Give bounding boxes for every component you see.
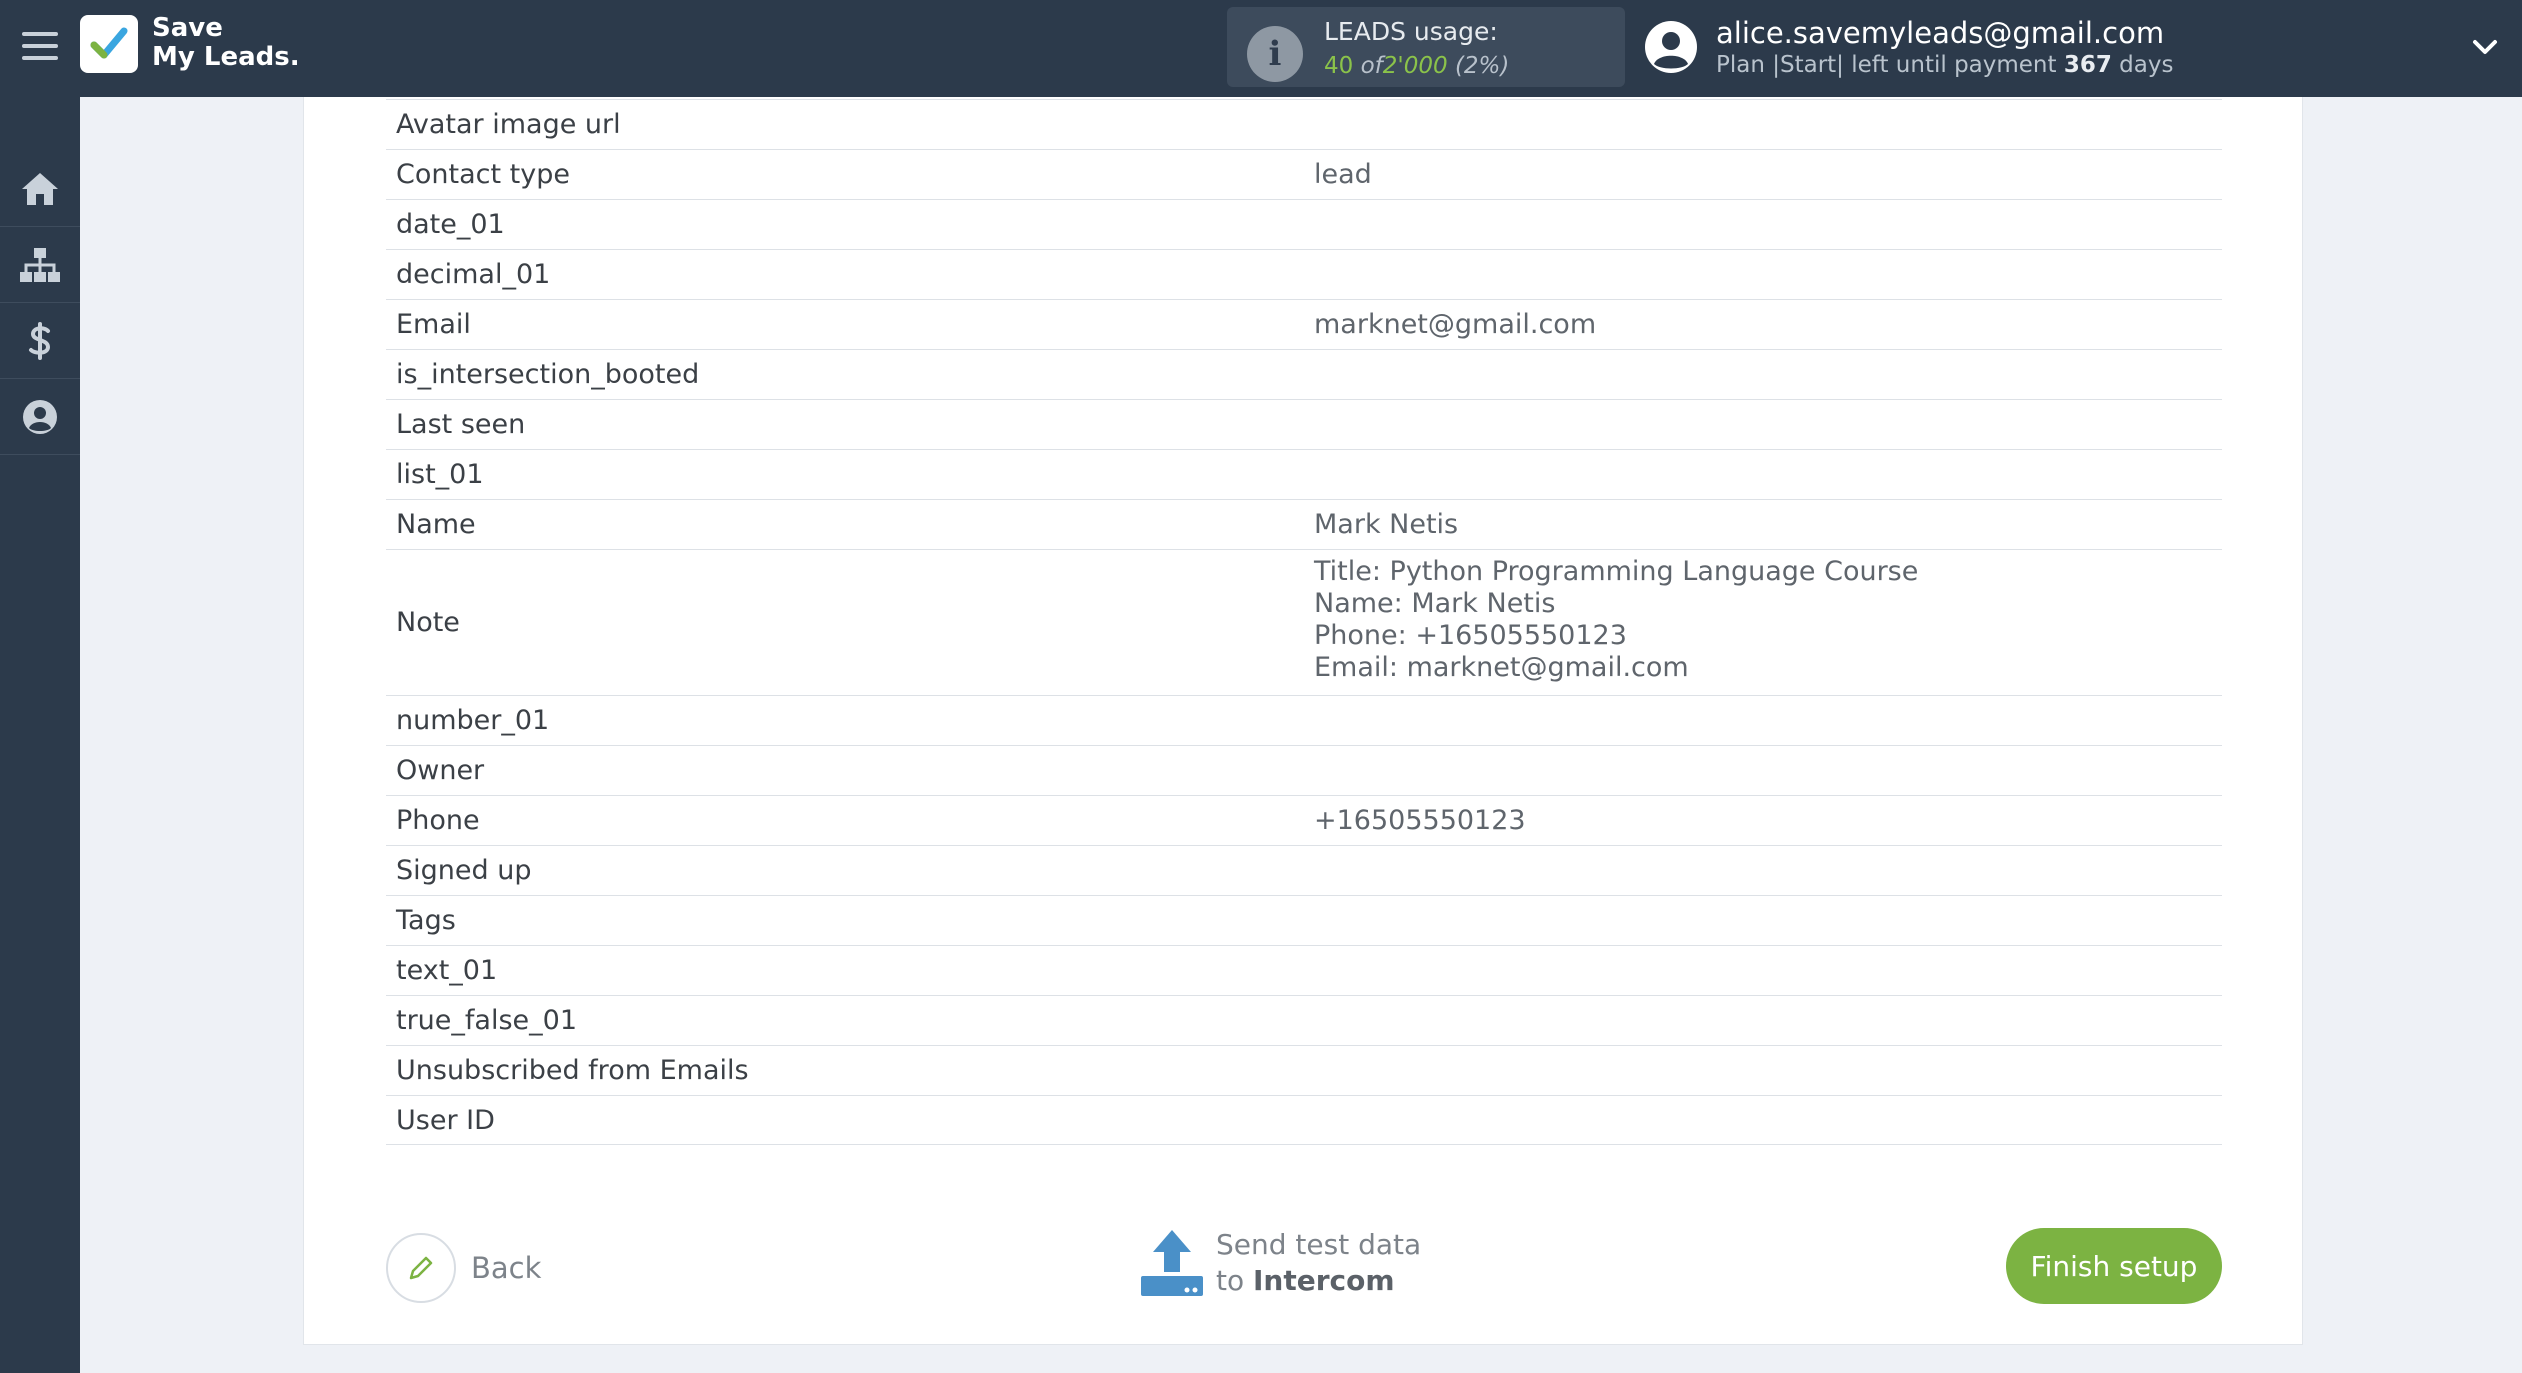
chevron-down-icon[interactable] (2470, 34, 2500, 60)
table-row: Last seen (386, 399, 2222, 449)
finish-setup-button[interactable]: Finish setup (2006, 1228, 2222, 1304)
table-row: is_intersection_booted (386, 349, 2222, 399)
fields-table: Avatar image url Contact type lead date_01d… (386, 99, 2222, 1145)
field-name: User ID (396, 1105, 495, 1136)
table-row: text_01 (386, 945, 2222, 995)
table-row: Owner (386, 745, 2222, 795)
field-value-line: Email: marknet@gmail.com (1314, 652, 1689, 683)
logo-text: Save My Leads. (152, 14, 300, 72)
usage-total: 2'000 (1382, 53, 1448, 79)
pencil-icon (409, 1256, 433, 1280)
dollar-icon (29, 321, 51, 360)
usage-used: 40 (1324, 53, 1354, 79)
table-row: list_01 (386, 449, 2222, 499)
back-circle (386, 1233, 456, 1303)
field-name: Signed up (396, 855, 532, 886)
field-value-line: Phone: +16505550123 (1314, 620, 1627, 651)
sidebar-item-connections[interactable] (0, 227, 80, 303)
top-bar: Save My Leads. i LEADS usage: 40 of2'000… (0, 0, 2522, 97)
sidebar (0, 97, 80, 1373)
field-name: list_01 (396, 459, 484, 490)
sitemap-icon (20, 247, 60, 282)
content-card: Avatar image url Contact type lead date_01d… (303, 97, 2303, 1345)
field-value-line: Title: Python Programming Language Cours… (1314, 556, 1919, 587)
table-row: Name Mark Netis (386, 499, 2222, 549)
table-row: Avatar image url (386, 99, 2222, 149)
usage-value: 40 of2'000 (2%) (1324, 53, 1509, 79)
usage-label: LEADS usage: (1324, 17, 1498, 46)
field-name: Avatar image url (396, 109, 621, 140)
logo-line-1: Save (152, 13, 223, 43)
send-to: to (1216, 1264, 1245, 1297)
field-value: Mark Netis (1314, 509, 1459, 540)
field-name: Last seen (396, 409, 526, 440)
sidebar-item-account[interactable] (0, 379, 80, 455)
logo-line-2: My Leads. (152, 42, 300, 72)
field-name: decimal_01 (396, 259, 551, 290)
table-row: Tags (386, 895, 2222, 945)
user-email: alice.savemyleads@gmail.com (1716, 16, 2165, 50)
usage-percent: (2%) (1454, 53, 1510, 79)
plan-prefix: Plan |Start| left until payment (1716, 52, 2057, 78)
field-name: Name (396, 509, 476, 540)
field-name: Phone (396, 805, 480, 836)
field-name: number_01 (396, 705, 550, 736)
table-row: Signed up (386, 845, 2222, 895)
field-value: marknet@gmail.com (1314, 309, 1597, 340)
field-name: Email (396, 309, 471, 340)
menu-icon[interactable] (22, 32, 58, 62)
back-button[interactable]: Back (386, 1232, 541, 1304)
table-row: decimal_01 (386, 249, 2222, 299)
field-name: true_false_01 (396, 1005, 577, 1036)
upload-icon (1141, 1230, 1203, 1296)
plan-days: 367 (2063, 52, 2112, 78)
field-name: Note (396, 607, 460, 638)
table-row: date_01 (386, 199, 2222, 249)
field-name: text_01 (396, 955, 498, 986)
field-value-line: Name: Mark Netis (1314, 588, 1556, 619)
home-icon (22, 172, 58, 205)
table-row: User ID (386, 1095, 2222, 1145)
table-row: true_false_01 (386, 995, 2222, 1045)
info-icon: i (1247, 26, 1303, 82)
field-value: Title: Python Programming Language Cours… (1314, 556, 1918, 684)
field-value: +16505550123 (1314, 805, 1526, 836)
leads-usage-panel: i LEADS usage: 40 of2'000 (2%) (1227, 7, 1625, 87)
send-line-2: to Intercom (1216, 1264, 1395, 1297)
field-name: is_intersection_booted (396, 359, 700, 390)
plan-suffix: days (2119, 52, 2174, 78)
table-row: Contact type lead (386, 149, 2222, 199)
user-plan: Plan |Start| left until payment 367 days (1716, 52, 2173, 78)
table-row: Phone +16505550123 (386, 795, 2222, 845)
table-row: Email marknet@gmail.com (386, 299, 2222, 349)
avatar-icon[interactable] (1644, 20, 1698, 74)
logo-icon[interactable] (80, 15, 138, 73)
table-row: Note Title: Python Programming Language C… (386, 549, 2222, 695)
user-icon (23, 399, 57, 434)
send-line-1: Send test data (1216, 1228, 1422, 1261)
field-name: Contact type (396, 159, 570, 190)
field-name: Owner (396, 755, 485, 786)
field-value: lead (1314, 159, 1372, 190)
usage-of: of (1360, 53, 1383, 79)
back-label: Back (471, 1251, 542, 1285)
send-target: Intercom (1253, 1264, 1395, 1297)
field-name: date_01 (396, 209, 505, 240)
field-name: Unsubscribed from Emails (396, 1055, 749, 1086)
field-name: Tags (396, 905, 456, 936)
table-row: Unsubscribed from Emails (386, 1045, 2222, 1095)
table-row: number_01 (386, 695, 2222, 745)
sidebar-item-home[interactable] (0, 151, 80, 227)
sidebar-item-billing[interactable] (0, 303, 80, 379)
